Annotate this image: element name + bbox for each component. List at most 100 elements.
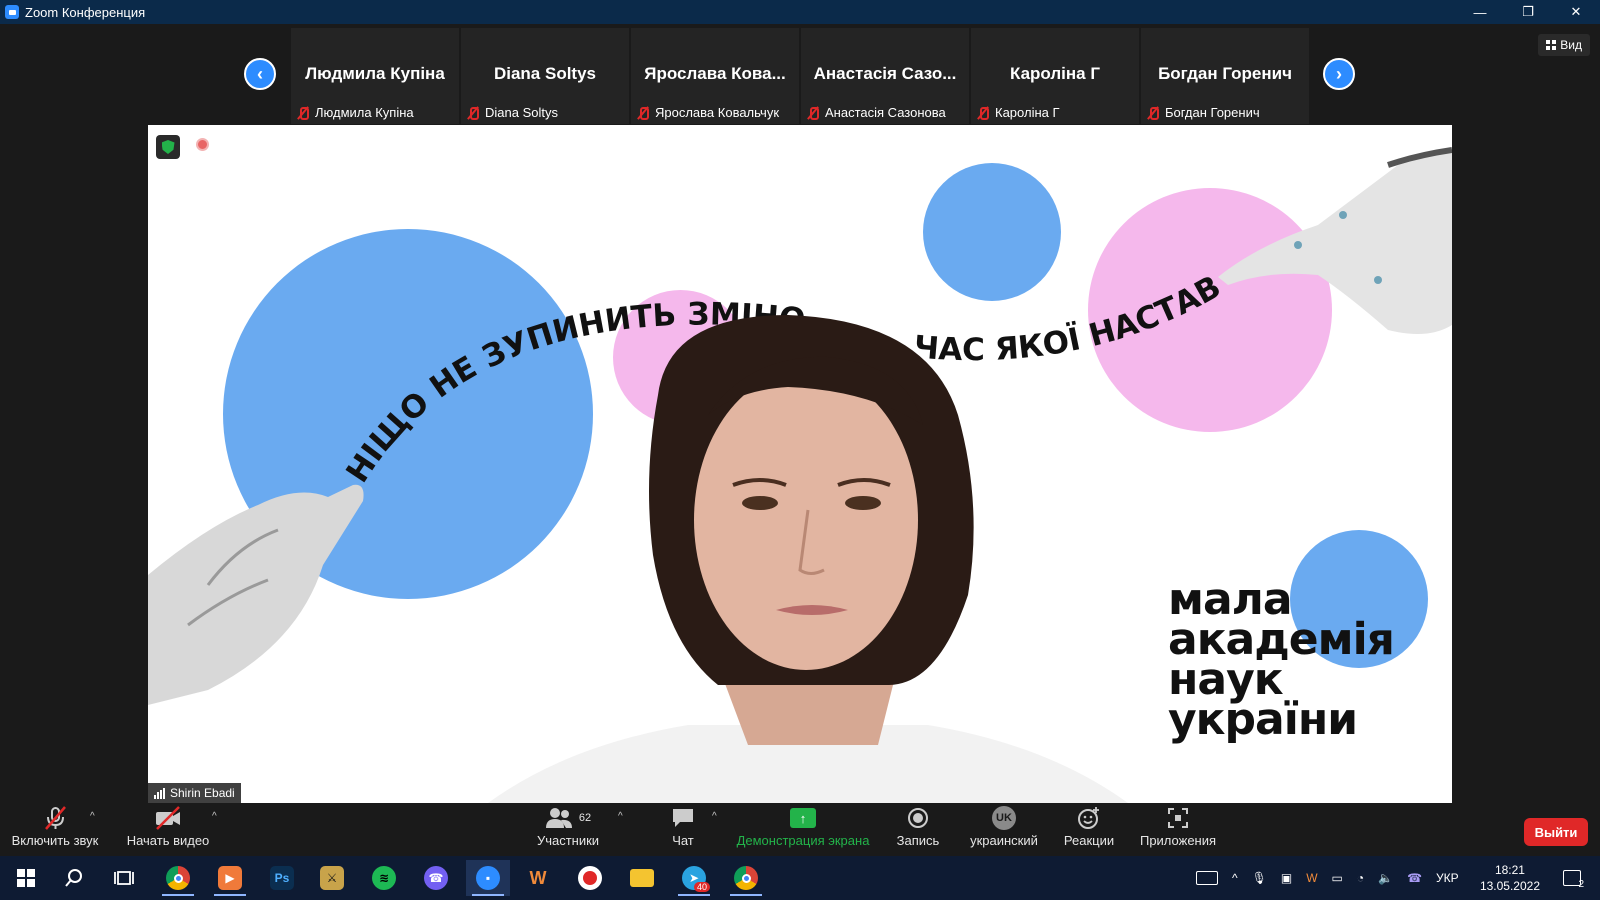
reactions-button[interactable]: Реакции bbox=[1062, 805, 1116, 848]
winamp-tray-icon: W bbox=[1306, 871, 1318, 885]
close-button[interactable]: ✕ bbox=[1552, 0, 1600, 24]
photoshop-icon: Ps bbox=[270, 866, 294, 890]
input-language[interactable]: УКР bbox=[1436, 871, 1459, 885]
start-button[interactable] bbox=[4, 860, 48, 896]
gallery-next-button[interactable]: › bbox=[1323, 58, 1355, 90]
speaker-name-label: Shirin Ebadi bbox=[148, 783, 241, 803]
search-button[interactable] bbox=[52, 860, 96, 896]
taskbar-game[interactable]: ⚔ bbox=[310, 860, 354, 896]
game-icon: ⚔ bbox=[320, 866, 344, 890]
participants-options-caret[interactable]: ^ bbox=[618, 811, 623, 822]
recording-indicator-icon bbox=[196, 138, 209, 151]
taskbar-telegram[interactable]: ➤ 40 bbox=[672, 860, 716, 896]
participants-icon: 62 bbox=[545, 805, 591, 831]
taskbar-clock[interactable]: 18:21 13.05.2022 bbox=[1480, 862, 1540, 894]
participant-display-name: Анастасія Сазо... bbox=[813, 64, 957, 83]
task-view-icon bbox=[114, 871, 134, 885]
taskbar-obs[interactable] bbox=[568, 860, 612, 896]
participant-display-name: Ярослава Кова... bbox=[644, 64, 786, 83]
language-interpretation-button[interactable]: UK украинский bbox=[968, 805, 1040, 848]
muted-mic-icon bbox=[467, 106, 479, 120]
participant-tile[interactable]: Богдан Горенич Богдан Горенич bbox=[1141, 28, 1309, 124]
gallery-strip: ‹ Людмила Купіна Людмила Купіна Diana So… bbox=[0, 24, 1600, 124]
robot-hand-illustration bbox=[1218, 147, 1452, 334]
windows-icon bbox=[17, 869, 35, 887]
language-icon: UK bbox=[992, 806, 1016, 830]
participant-display-name: Богдан Горенич bbox=[1158, 64, 1292, 83]
chat-button[interactable]: Чат bbox=[665, 805, 701, 848]
participant-tile[interactable]: Кароліна Г Кароліна Г bbox=[971, 28, 1139, 124]
telegram-badge: 40 bbox=[693, 882, 710, 892]
taskbar-winamp[interactable]: W bbox=[516, 860, 560, 896]
participant-name-label: Ярослава Ковальчук bbox=[637, 105, 779, 120]
window-controls: — ❐ ✕ bbox=[1456, 0, 1600, 24]
participant-name-label: Кароліна Г bbox=[977, 105, 1060, 120]
audio-options-caret[interactable]: ^ bbox=[90, 811, 95, 822]
unmute-button[interactable]: Включить звук bbox=[10, 805, 100, 848]
left-hand-illustration bbox=[148, 484, 364, 705]
participant-name-label: Людмила Купіна bbox=[297, 105, 414, 120]
share-screen-icon: ↑ bbox=[790, 808, 816, 828]
chevron-left-icon: ‹ bbox=[257, 63, 263, 84]
muted-mic-icon bbox=[637, 106, 649, 120]
chat-options-caret[interactable]: ^ bbox=[712, 811, 717, 822]
taskbar-chrome-2[interactable] bbox=[724, 860, 768, 896]
participant-name-label: Diana Soltys bbox=[467, 105, 558, 120]
participant-display-name: Diana Soltys bbox=[493, 64, 597, 83]
folder-icon bbox=[630, 869, 654, 887]
video-off-icon bbox=[154, 805, 182, 831]
video-options-caret[interactable]: ^ bbox=[212, 811, 217, 822]
taskbar-viber[interactable]: ☎ bbox=[414, 860, 458, 896]
apps-icon bbox=[1167, 805, 1189, 831]
gallery-prev-button[interactable]: ‹ bbox=[244, 58, 276, 90]
participant-display-name: Людмила Купіна bbox=[305, 64, 445, 83]
presentation-app-icon: ▶ bbox=[218, 866, 242, 890]
mic-tray-icon: 🎙 bbox=[1251, 871, 1267, 885]
restore-button[interactable]: ❐ bbox=[1504, 0, 1552, 24]
task-view-button[interactable] bbox=[102, 860, 146, 896]
record-icon bbox=[908, 808, 928, 828]
search-icon bbox=[65, 869, 82, 887]
keyboard-icon[interactable] bbox=[1196, 871, 1218, 885]
main-video[interactable]: НІЩО НЕ ЗУПИНИТЬ ЗМІНО ЧАС ЯКОЇ НАСТАВ! bbox=[148, 125, 1452, 803]
volume-icon[interactable]: 🔈 bbox=[1378, 871, 1393, 885]
minimize-button[interactable]: — bbox=[1456, 0, 1504, 24]
muted-mic-icon bbox=[1147, 106, 1159, 120]
taskbar-zoom[interactable]: ▪ bbox=[466, 860, 510, 896]
chrome-icon bbox=[166, 866, 190, 890]
signal-strength-icon bbox=[154, 787, 165, 799]
zoom-window: Zoom Конференция — ❐ ✕ ‹ Людмила Купіна … bbox=[0, 0, 1600, 900]
participant-tile[interactable]: Анастасія Сазо... Анастасія Сазонова bbox=[801, 28, 969, 124]
share-screen-button[interactable]: ↑ Демонстрация экрана bbox=[735, 805, 871, 848]
spotify-icon: ≋ bbox=[372, 866, 396, 890]
speaker-figure bbox=[488, 315, 1128, 803]
taskbar-chrome[interactable] bbox=[156, 860, 200, 896]
viber-tray-icon: ☎ bbox=[1407, 871, 1423, 885]
view-button[interactable]: Вид bbox=[1538, 34, 1590, 56]
winamp-icon: W bbox=[529, 867, 547, 888]
notification-count: 2 bbox=[1578, 879, 1584, 890]
participant-tile[interactable]: Людмила Купіна Людмила Купіна bbox=[291, 28, 459, 124]
taskbar-spotify[interactable]: ≋ bbox=[362, 860, 406, 896]
taskbar-photoshop[interactable]: Ps bbox=[260, 860, 304, 896]
taskbar-app-orange[interactable]: ▶ bbox=[208, 860, 252, 896]
taskbar-explorer[interactable] bbox=[620, 860, 664, 896]
participant-tile[interactable]: Ярослава Кова... Ярослава Ковальчук bbox=[631, 28, 799, 124]
window-title: Zoom Конференция bbox=[25, 4, 146, 20]
leave-meeting-button[interactable]: Выйти bbox=[1524, 818, 1588, 846]
notifications-button[interactable]: 2 bbox=[1552, 860, 1592, 896]
record-button[interactable]: Запись bbox=[895, 805, 941, 848]
security-tray-icon: ▣ bbox=[1280, 871, 1293, 885]
participant-tile[interactable]: Diana Soltys Diana Soltys bbox=[461, 28, 629, 124]
participant-name-label: Анастасія Сазонова bbox=[807, 105, 946, 120]
chrome-icon bbox=[734, 866, 758, 890]
security-shield-icon[interactable] bbox=[156, 135, 180, 159]
academy-logo: мала академія наук україни bbox=[1168, 574, 1395, 745]
chevron-right-icon: › bbox=[1336, 63, 1342, 84]
start-video-button[interactable]: Начать видео bbox=[125, 805, 211, 848]
apps-button[interactable]: Приложения bbox=[1140, 805, 1216, 848]
chevron-up-icon[interactable]: ^ bbox=[1232, 871, 1238, 885]
wifi-icon: ◔ bbox=[1356, 871, 1365, 885]
muted-mic-icon bbox=[807, 106, 819, 120]
participants-button[interactable]: 62 Участники bbox=[535, 805, 601, 848]
